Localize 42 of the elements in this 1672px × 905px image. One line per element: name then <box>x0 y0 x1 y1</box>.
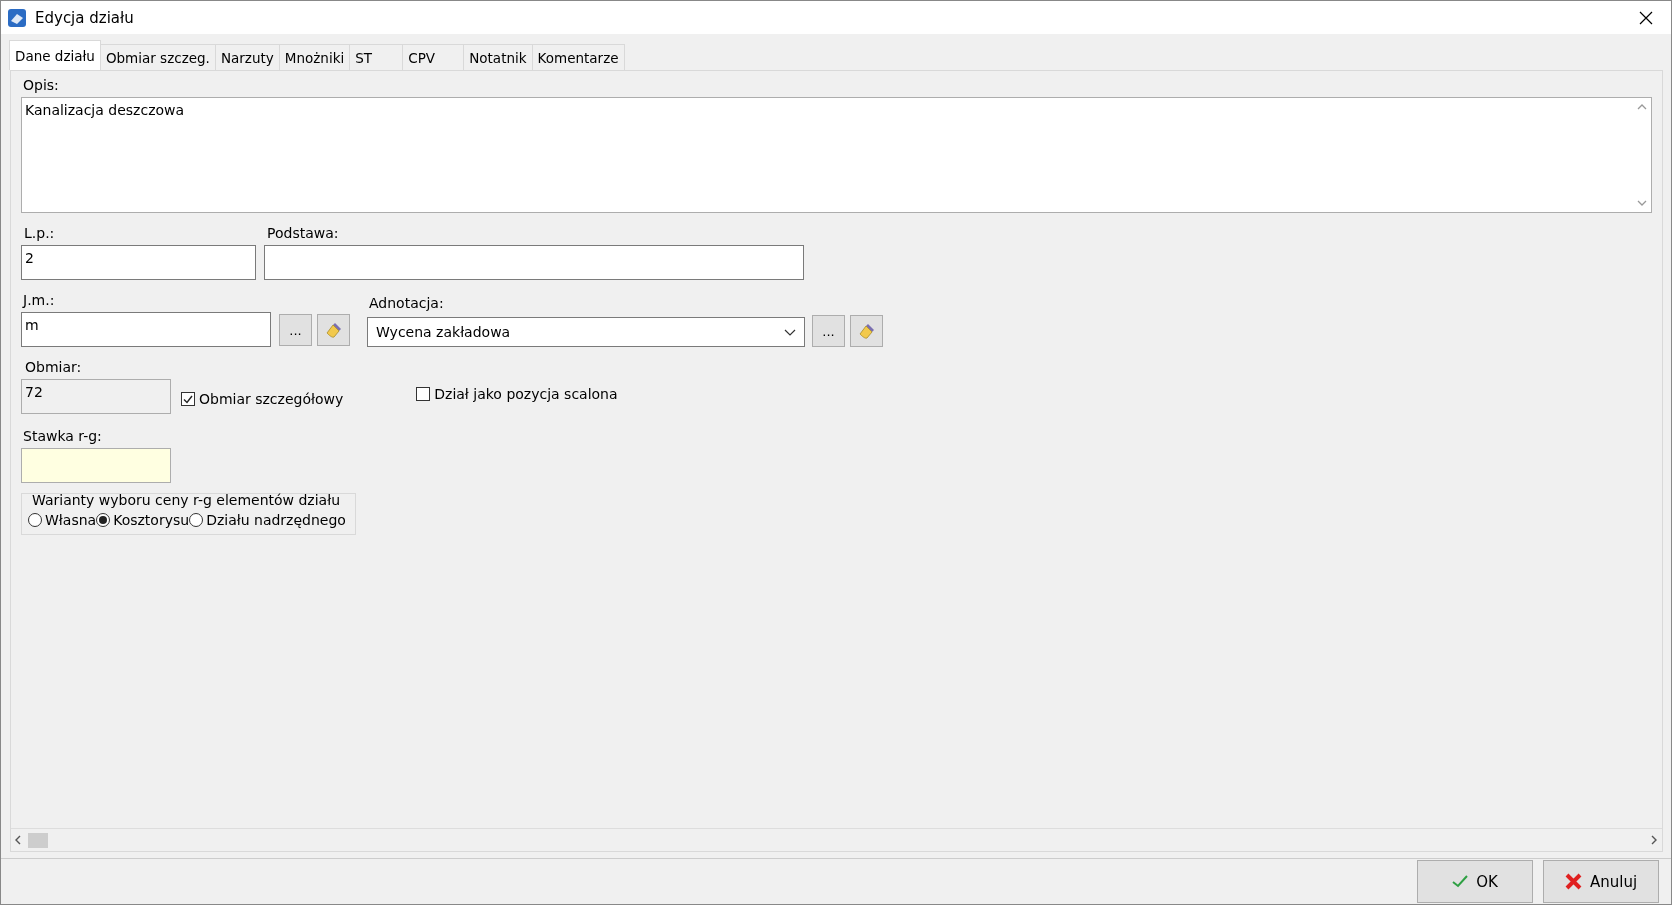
tab[interactable]: Dane działu <box>9 40 101 70</box>
input-field: 72 <box>21 379 171 414</box>
input-field[interactable]: m <box>21 312 271 347</box>
app-icon <box>7 7 27 28</box>
field-label: Stawka r-g: <box>23 428 103 446</box>
check-icon <box>1452 875 1469 888</box>
radio-option[interactable]: Własna <box>28 512 97 528</box>
radio-option[interactable]: Działu nadrzędnego <box>189 512 346 528</box>
description-field[interactable]: Kanalizacja deszczowa <box>21 97 1652 213</box>
field-label: J.m.: <box>23 292 56 310</box>
check-icon <box>183 394 193 404</box>
field-label: Podstawa: <box>267 225 340 243</box>
scrollbar-thumb[interactable] <box>28 832 48 848</box>
group-title: Warianty wyboru ceny r-g elementów działu <box>32 492 342 508</box>
horizontal-scrollbar[interactable] <box>11 828 1662 851</box>
clear-button[interactable] <box>317 314 350 346</box>
window-title: Edycja działu <box>35 8 135 27</box>
field-label: L.p.: <box>24 225 56 243</box>
close-icon <box>1564 873 1582 890</box>
input-field[interactable] <box>264 245 804 280</box>
checkbox[interactable]: Obmiar szczegółowy <box>181 391 344 407</box>
brush-icon <box>857 322 876 340</box>
browse-button[interactable]: ... <box>812 315 845 347</box>
scroll-left-icon[interactable] <box>14 835 22 845</box>
field-label: Obmiar: <box>25 359 83 377</box>
scroll-right-icon[interactable] <box>1650 835 1658 845</box>
input-field[interactable]: 2 <box>21 245 256 280</box>
chevron-down-icon <box>784 328 796 336</box>
field-label: Opis: <box>23 77 60 95</box>
scroll-down-icon[interactable] <box>1637 200 1647 206</box>
browse-button[interactable]: ... <box>279 314 312 346</box>
brush-icon <box>324 321 343 339</box>
field-label: Adnotacja: <box>369 295 445 313</box>
ok-button[interactable]: OK <box>1417 860 1533 903</box>
input-field[interactable] <box>21 448 171 483</box>
cancel-button[interactable]: Anuluj <box>1543 860 1659 903</box>
checkbox[interactable]: Dział jako pozycja scalona <box>416 386 618 402</box>
annotation-dropdown[interactable]: Wycena zakładowa <box>367 317 805 347</box>
radio-option[interactable]: Kosztorysu <box>96 512 190 528</box>
clear-button[interactable] <box>850 315 883 347</box>
tab[interactable]: Komentarze <box>531 44 625 70</box>
scroll-up-icon[interactable] <box>1637 104 1647 110</box>
